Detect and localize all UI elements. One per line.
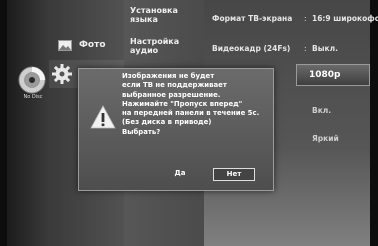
dialog-message: Изображения не будет если ТВ не поддержи… — [122, 72, 272, 137]
dialog-message-line: Нажимайте "Пропуск вперед" — [122, 99, 243, 108]
photo-icon — [58, 40, 72, 51]
disc-label: No Disc — [23, 94, 43, 100]
dialog-message-line: Изображения не будет — [122, 72, 215, 80]
submenu-item-language[interactable]: Установка языка — [130, 6, 202, 24]
setting-colon: : — [304, 14, 307, 23]
setting-value: 16:9 широкоформ — [312, 14, 378, 23]
no-button[interactable]: Нет — [213, 168, 255, 181]
screen-frame-left — [0, 0, 7, 246]
resolution-selected-option[interactable]: 1080p — [296, 64, 370, 86]
setting-value: Выкл. — [312, 44, 338, 53]
gear-icon — [52, 64, 72, 84]
dialog-message-line: если ТВ не поддерживает — [122, 81, 227, 90]
setting-colon: : — [304, 44, 307, 53]
dialog-message-line: на передней панели в течение 5с. — [122, 109, 260, 118]
menu-item-photo[interactable]: Фото — [49, 35, 124, 57]
submenu-item-audio[interactable]: Настройка аудио — [130, 37, 202, 55]
option-bright[interactable]: Яркий — [312, 134, 339, 143]
dialog-message-line: Выбрать? — [122, 127, 161, 136]
setting-name: Видеокадр (24Fs) — [212, 44, 291, 53]
resolution-warning-dialog: Изображения не будет если ТВ не поддержи… — [78, 68, 274, 191]
tv-menu-screen: No Disc Фото Установка языка Настройка а… — [0, 0, 378, 246]
setting-row-tv-aspect[interactable]: Формат ТВ-экрана : 16:9 широкоформ — [204, 8, 378, 28]
setting-name: Формат ТВ-экрана — [212, 14, 293, 23]
dialog-message-line: (Без диска в приводе) — [122, 118, 212, 127]
sidebar: No Disc — [7, 0, 49, 246]
yes-button[interactable]: Да — [167, 168, 193, 181]
disc-icon[interactable] — [17, 65, 47, 95]
dialog-message-line: выбранное разрешение. — [122, 90, 221, 99]
option-on[interactable]: Вкл. — [312, 106, 331, 115]
resolution-value: 1080p — [309, 70, 341, 80]
setting-row-24fs[interactable]: Видеокадр (24Fs) : Выкл. — [204, 38, 370, 58]
screen-frame-right — [370, 0, 378, 246]
menu-item-photo-label: Фото — [79, 40, 106, 50]
warning-icon — [90, 105, 116, 129]
